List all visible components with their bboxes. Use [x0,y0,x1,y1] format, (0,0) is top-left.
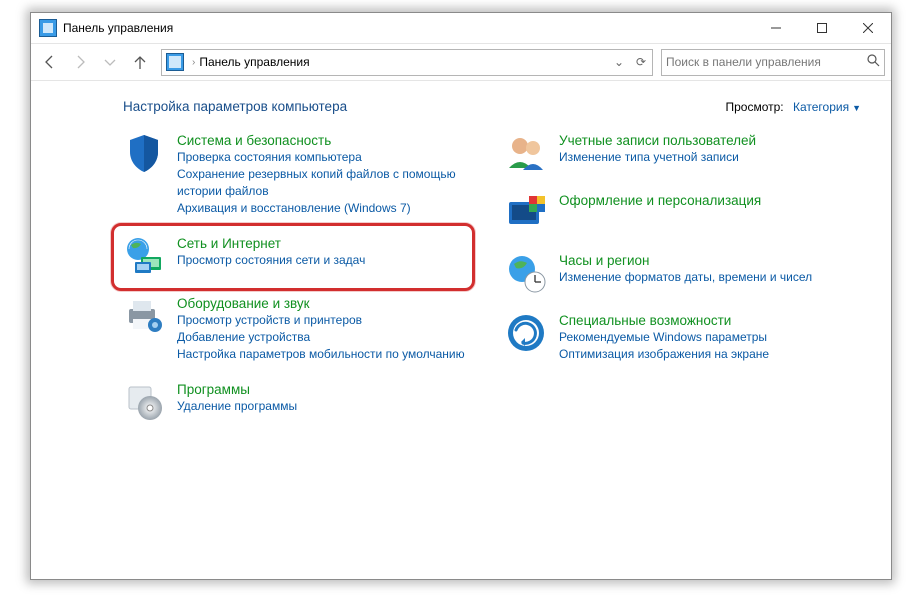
category-clock-region: Часы и регион Изменение форматов даты, в… [505,252,861,294]
category-title[interactable]: Оборудование и звук [177,295,465,312]
category-title[interactable]: Специальные возможности [559,312,769,329]
category-title[interactable]: Система и безопасность [177,132,479,149]
search-placeholder: Поиск в панели управления [666,55,867,69]
navbar: › Панель управления ⌄ ⟳ Поиск в панели у… [31,44,891,81]
disc-programs-icon[interactable] [123,381,165,423]
view-by-dropdown[interactable]: Категория▼ [793,100,861,114]
address-dropdown-icon[interactable]: ⌄ [608,55,630,69]
forward-button[interactable] [67,49,93,75]
task-link[interactable]: Добавление устройства [177,329,465,346]
task-link[interactable]: Оптимизация изображения на экране [559,346,769,363]
search-icon [867,54,880,70]
task-link[interactable]: Проверка состояния компьютера [177,149,479,166]
task-link[interactable]: Просмотр устройств и принтеров [177,312,465,329]
task-link[interactable]: Сохранение резервных копий файлов с помо… [177,166,479,200]
minimize-button[interactable] [753,13,799,43]
category-user-accounts: Учетные записи пользователей Изменение т… [505,132,861,174]
titlebar: Панель управления [31,13,891,44]
refresh-button[interactable]: ⟳ [630,55,652,69]
task-link[interactable]: Изменение форматов даты, времени и чисел [559,269,812,286]
clock-globe-icon[interactable] [505,252,547,294]
view-by: Просмотр: Категория▼ [725,100,861,114]
task-link[interactable]: Настройка параметров мобильности по умол… [177,346,465,363]
maximize-button[interactable] [799,13,845,43]
category-title[interactable]: Сеть и Интернет [177,235,365,252]
breadcrumb[interactable]: Панель управления [199,55,309,69]
search-input[interactable]: Поиск в панели управления [661,49,885,76]
task-link[interactable]: Просмотр состояния сети и задач [177,252,365,269]
address-bar[interactable]: › Панель управления ⌄ ⟳ [161,49,653,76]
close-button[interactable] [845,13,891,43]
globe-network-icon[interactable] [123,235,165,277]
printer-hardware-icon[interactable] [123,295,165,337]
category-title[interactable]: Часы и регион [559,252,812,269]
category-network-internet: Сеть и Интернет Просмотр состояния сети … [123,235,479,277]
category-title[interactable]: Программы [177,381,297,398]
recent-dropdown[interactable] [97,49,123,75]
back-button[interactable] [37,49,63,75]
appearance-icon[interactable] [505,192,547,234]
user-accounts-icon[interactable] [505,132,547,174]
task-link[interactable]: Архивация и восстановление (Windows 7) [177,200,479,217]
chevron-right-icon: › [192,57,195,68]
task-link[interactable]: Изменение типа учетной записи [559,149,756,166]
task-link[interactable]: Рекомендуемые Windows параметры [559,329,769,346]
control-panel-window: Панель управления › [30,12,892,580]
category-title[interactable]: Оформление и персонализация [559,192,761,209]
category-title[interactable]: Учетные записи пользователей [559,132,756,149]
control-panel-icon [166,53,184,71]
category-hardware-sound: Оборудование и звук Просмотр устройств и… [123,295,479,363]
shield-icon[interactable] [123,132,165,174]
window-title: Панель управления [63,21,173,35]
control-panel-icon [39,19,57,37]
category-system-security: Система и безопасность Проверка состояни… [123,132,479,217]
ease-of-access-icon[interactable] [505,312,547,354]
up-button[interactable] [127,49,153,75]
page-title: Настройка параметров компьютера [123,99,347,114]
category-programs: Программы Удаление программы [123,381,479,423]
task-link[interactable]: Удаление программы [177,398,297,415]
category-appearance: Оформление и персонализация [505,192,861,234]
category-ease-of-access: Специальные возможности Рекомендуемые Wi… [505,312,861,363]
